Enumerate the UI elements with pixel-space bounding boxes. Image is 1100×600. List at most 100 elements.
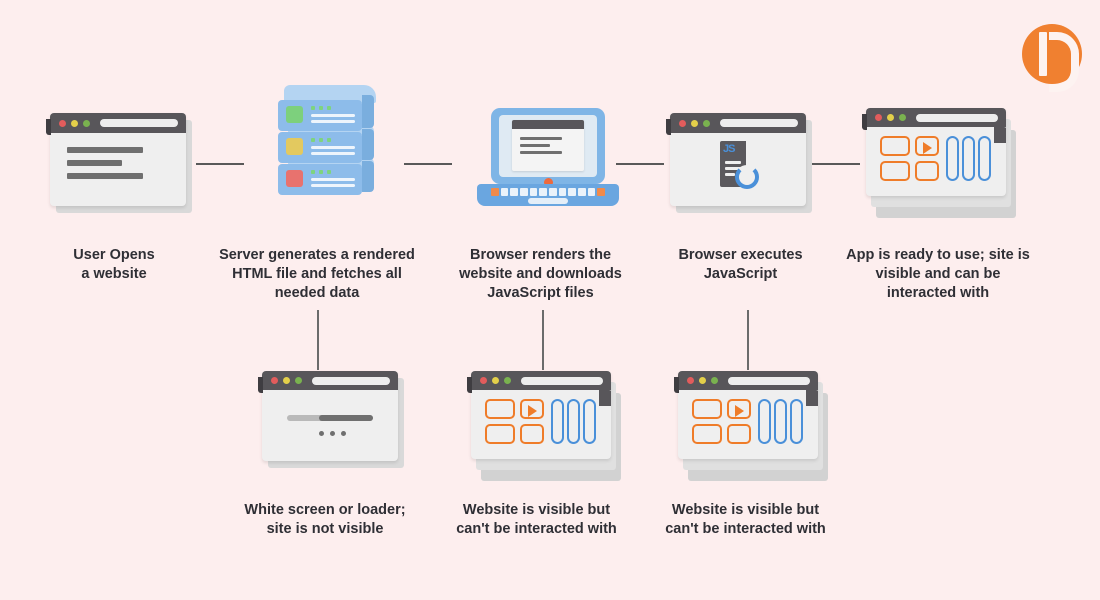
window-maximize-dot-green [83,119,90,127]
server-led [311,170,315,174]
server-status-chip-red [286,170,303,187]
window-minimize-dot-yellow [887,114,894,121]
window-titlebar [866,108,1006,127]
server-detail-line [311,152,355,155]
app-column [790,399,803,444]
icon-browser-window-js-loading: JS [666,113,812,213]
js-file-line [725,161,741,164]
laptop-trackpad [528,198,568,204]
window-content [678,390,818,459]
window-maximize-dot-green [703,119,710,127]
keyboard-key [597,188,606,196]
app-card [880,136,910,156]
server-status-chip-yellow [286,138,303,155]
window-frame [471,371,611,459]
app-column [774,399,787,444]
window-minimize-dot-yellow [699,377,706,384]
app-column [758,399,771,444]
connector-2 [404,163,452,165]
window-corner-tab [806,390,818,406]
server-led [327,138,331,142]
window-frame [678,371,818,459]
window-frame: JS [670,113,806,206]
server-detail-line [311,120,355,123]
window-titlebar [678,371,818,390]
server-layer-top [278,85,376,131]
caption-visible-not-interactive-2: Website is visible but can't be interact… [665,502,826,537]
keyboard-key [549,188,557,196]
window-left-flap [674,377,679,393]
caption-user-opens: User Opens a website [73,247,155,282]
caption-white-screen: White screen or loader; site is not visi… [244,502,406,537]
server-led [319,138,323,142]
window-address-bar [312,376,390,385]
keyboard-key [587,188,596,196]
play-icon [923,142,932,154]
app-card [485,399,515,419]
connector-down-3 [747,310,749,370]
window-maximize-dot-green [295,377,302,384]
keyboard-key [558,188,567,196]
window-content [262,390,398,461]
logo-counter-dot [1049,48,1058,57]
app-card [485,424,515,444]
laptop-screen [499,115,597,177]
connector-down-1 [317,310,319,370]
window-content [471,390,611,459]
window-left-flap [467,377,472,393]
window-address-bar [720,119,798,127]
window-close-dot-red [875,114,882,121]
server-led [327,106,331,110]
progress-bar-fill [319,415,373,421]
app-column [978,136,991,181]
server-detail-line [311,178,355,181]
window-maximize-dot-green [711,377,718,384]
caption-server-render: Server generates a rendered HTML file an… [219,247,415,301]
window-maximize-dot-green [504,377,511,384]
window-titlebar [50,113,186,133]
laptop-keyboard [491,188,606,196]
server-detail-line [311,146,355,149]
window-address-bar [916,113,998,122]
js-file-fold-corner [733,141,746,154]
window-minimize-dot-yellow [492,377,499,384]
js-label: JS [723,143,736,155]
window-close-dot-red [480,377,487,384]
text-line [67,147,143,153]
server-led [319,170,323,174]
app-card [692,424,722,444]
keyboard-key [510,188,519,196]
server-detail-line [311,184,355,187]
loading-dot [319,431,324,436]
keyboard-key [520,188,528,196]
window-address-bar [728,376,810,385]
server-detail-line [311,114,355,117]
window-left-flap [258,377,263,393]
window-corner-tab [994,127,1006,143]
caption-app-ready: App is ready to use; site is visible and… [846,247,1030,301]
app-card [915,161,939,181]
window-frame [866,108,1006,196]
laptop-browser-titlebar [512,120,584,129]
text-line [67,173,143,179]
app-column [551,399,564,444]
window-titlebar [262,371,398,390]
window-close-dot-red [679,119,686,127]
app-card [880,161,910,181]
icon-server-stack [272,85,380,203]
app-column [583,399,596,444]
server-led [319,106,323,110]
js-file-line [725,173,735,176]
text-line [67,160,122,166]
laptop-screen-browser-window [512,120,584,171]
icon-browser-window-app-ready [674,371,828,481]
connector-down-2 [542,310,544,370]
window-close-dot-red [687,377,694,384]
text-line [520,144,550,147]
window-address-bar [100,119,178,127]
caption-execute-js: Browser executes JavaScript [678,247,803,282]
server-layer-side [362,161,374,192]
window-content: JS [670,133,806,206]
window-address-bar [521,376,603,385]
window-left-flap [862,114,867,130]
